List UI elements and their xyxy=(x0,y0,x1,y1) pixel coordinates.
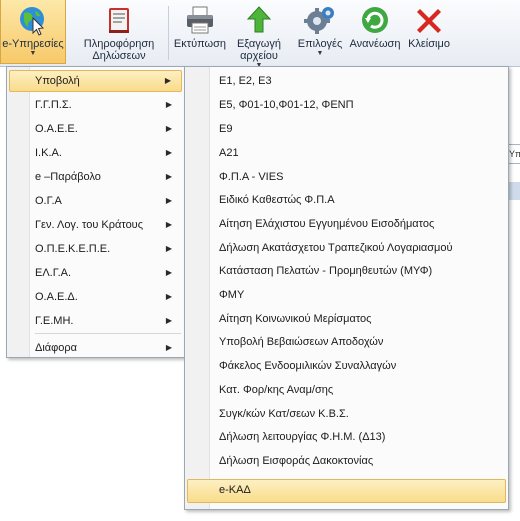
refresh-label: Ανανέωση xyxy=(349,38,401,50)
submenu-arrow-icon: ▶ xyxy=(165,100,172,109)
menu-item-ika[interactable]: Ι.Κ.Α. ▶ xyxy=(9,142,182,164)
menu-item-oaee[interactable]: Ο.Α.Ε.Ε. ▶ xyxy=(9,118,182,140)
submenu-item-e-kad[interactable]: e-ΚΑΔ xyxy=(187,479,506,503)
submenu-item-intragroup[interactable]: Φάκελος Ενδοομιλικών Συναλλαγών xyxy=(187,355,506,379)
submenu-item-e1-e2-e3[interactable]: Ε1, Ε2, Ε3 xyxy=(187,70,506,94)
menu-item-misc[interactable]: Διάφορα ▶ xyxy=(9,337,182,359)
gears-icon xyxy=(303,4,337,36)
background-selected-row xyxy=(508,182,520,200)
submenu-arrow-icon: ▶ xyxy=(165,172,172,181)
declarations-info-label: Πληροφόρηση xyxy=(83,38,155,50)
declarations-info-button[interactable]: Πληροφόρηση Δηλώσεων xyxy=(76,0,162,64)
submenu-item-special-vat[interactable]: Ειδικό Καθεστώς Φ.Π.Α xyxy=(187,189,506,213)
printer-icon xyxy=(183,4,217,36)
submenu-item-e9[interactable]: Ε9 xyxy=(187,118,506,142)
submenu-arrow-icon: ▶ xyxy=(165,148,172,157)
submenu-item-dakoktonia[interactable]: Δήλωση Εισφοράς Δακοκτονίας xyxy=(187,450,506,474)
book-info-icon xyxy=(102,4,136,36)
menu-separator xyxy=(35,333,181,334)
e-services-label: e-Υπηρεσίες xyxy=(2,38,64,50)
export-file-button[interactable]: Εξαγωγή αρχείου ▼ xyxy=(230,0,288,69)
menu-item-submission[interactable]: Υποβολή ▶ xyxy=(9,70,182,92)
export-arrow-icon xyxy=(242,4,276,36)
menu-item-ggps[interactable]: Γ.Γ.Π.Σ. ▶ xyxy=(9,94,182,116)
close-x-icon xyxy=(412,4,446,36)
print-label: Εκτύπωση xyxy=(173,38,227,50)
submenu-item-myf[interactable]: Κατάσταση Πελατών - Προμηθευτών (ΜΥΦ) xyxy=(187,260,506,284)
refresh-button[interactable]: Ανανέωση xyxy=(347,0,403,64)
submenu-item-salary-certificates[interactable]: Υποβολή Βεβαιώσεων Αποδοχών xyxy=(187,331,506,355)
submenu-arrow-icon: ▶ xyxy=(165,292,172,301)
ribbon-separator xyxy=(168,6,169,60)
menu-item-e-paravolo[interactable]: e –Παράβολο ▶ xyxy=(9,166,182,188)
submenu-item-fpa-vies[interactable]: Φ.Π.Α - VIES xyxy=(187,166,506,190)
options-label: Επιλογές xyxy=(297,38,343,50)
options-button[interactable]: Επιλογές ▼ xyxy=(294,0,346,64)
background-field: Υπ xyxy=(508,144,520,164)
submenu-item-e5-f01[interactable]: Ε5, Φ01-10,Φ01-12, ΦΕΝΠ xyxy=(187,94,506,118)
submenu-item-fmy[interactable]: ΦΜΥ xyxy=(187,284,506,308)
submenu-item-fhm-d13[interactable]: Δήλωση λειτουργίας Φ.Η.Μ. (Δ13) xyxy=(187,426,506,450)
menu-item-oaed[interactable]: Ο.Α.Ε.Δ. ▶ xyxy=(9,286,182,308)
globe-cursor-icon xyxy=(16,4,50,36)
submenu-item-tax-status[interactable]: Κατ. Φορ/κης Αναμ/σης xyxy=(187,379,506,403)
submenu-item-kbs[interactable]: Συγκ/κών Κατ/σεων Κ.Β.Σ. xyxy=(187,403,506,427)
e-services-button[interactable]: e-Υπηρεσίες ▼ xyxy=(0,0,66,64)
submenu-arrow-icon: ▶ xyxy=(165,268,172,277)
chevron-down-icon: ▼ xyxy=(29,50,37,57)
submenu-item-a21[interactable]: Α21 xyxy=(187,142,506,166)
menu-item-elga[interactable]: ΕΛ.Γ.Α. ▶ xyxy=(9,262,182,284)
close-label: Κλείσιμο xyxy=(408,38,450,50)
declarations-info-label2: Δηλώσεων xyxy=(92,50,146,62)
submenu-arrow-icon: ▶ xyxy=(165,316,172,325)
submission-submenu: Ε1, Ε2, Ε3 Ε5, Φ01-10,Φ01-12, ΦΕΝΠ Ε9 Α2… xyxy=(184,66,509,510)
submenu-arrow-icon: ▶ xyxy=(165,196,172,205)
chevron-down-icon: ▼ xyxy=(316,50,324,57)
submenu-arrow-icon: ▶ xyxy=(165,220,172,229)
export-label2: αρχείου xyxy=(240,50,278,62)
menu-item-oga[interactable]: Ο.Γ.Α ▶ xyxy=(9,190,182,212)
submenu-item-min-income[interactable]: Αίτηση Ελάχιστου Εγγυημένου Εισοδήματος xyxy=(187,213,506,237)
submenu-arrow-icon: ▶ xyxy=(165,343,172,352)
submenu-item-unseizable-account[interactable]: Δήλωση Ακατάσχετου Τραπεζικού Λογαριασμο… xyxy=(187,237,506,261)
menu-item-opekepe[interactable]: Ο.Π.Ε.Κ.Ε.Π.Ε. ▶ xyxy=(9,238,182,260)
submenu-arrow-icon: ▶ xyxy=(165,124,172,133)
print-button[interactable]: Εκτύπωση xyxy=(172,0,228,64)
ribbon-toolbar: e-Υπηρεσίες ▼ Πληροφόρηση Δηλώσεων Εκτύπ… xyxy=(0,0,520,69)
submenu-arrow-icon: ▶ xyxy=(165,244,172,253)
export-label: Εξαγωγή xyxy=(236,38,282,50)
e-services-menu: Υποβολή ▶ Γ.Γ.Π.Σ. ▶ Ο.Α.Ε.Ε. ▶ Ι.Κ.Α. ▶… xyxy=(6,66,185,358)
refresh-icon xyxy=(358,4,392,36)
submenu-arrow-icon: ▶ xyxy=(164,76,171,85)
menu-item-gen-log[interactable]: Γεν. Λογ. του Κράτους ▶ xyxy=(9,214,182,236)
close-button[interactable]: Κλείσιμο xyxy=(405,0,453,64)
menu-item-gemh[interactable]: Γ.Ε.ΜΗ. ▶ xyxy=(9,310,182,332)
submenu-item-social-dividend[interactable]: Αίτηση Κοινωνικού Μερίσματος xyxy=(187,308,506,332)
